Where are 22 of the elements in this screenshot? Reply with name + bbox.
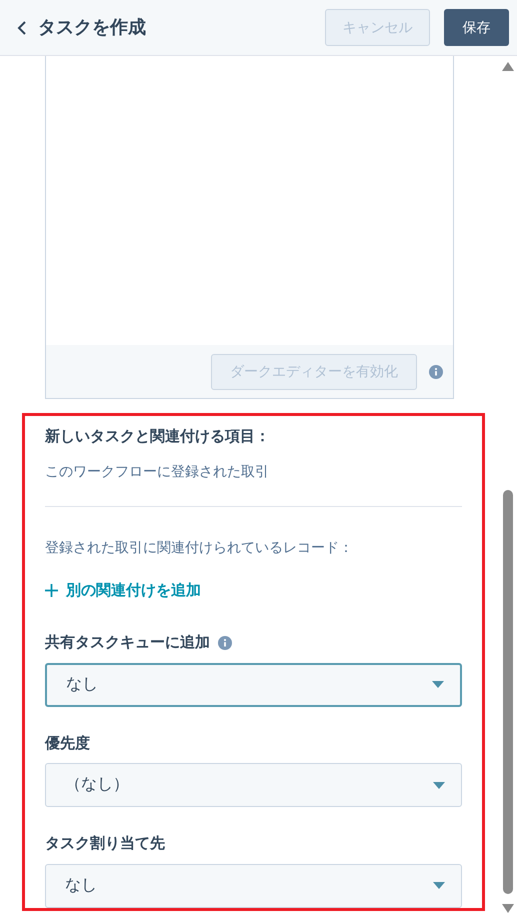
association-value: このワークフローに登録された取引 <box>45 462 270 480</box>
records-label: 登録された取引に関連付けられているレコード： <box>45 538 354 556</box>
caret-icon <box>433 882 445 889</box>
scrollbar-thumb[interactable] <box>503 490 513 894</box>
caret-icon <box>432 681 444 688</box>
plus-icon <box>45 584 58 598</box>
dropdown[interactable]: なし <box>45 662 462 706</box>
section-heading: 新しいタスクと関連付ける項目： <box>45 427 271 447</box>
info-icon[interactable] <box>218 636 232 650</box>
dropdown[interactable]: なし <box>45 864 462 908</box>
caret-icon <box>433 782 445 788</box>
page-title: タスクを作成 <box>38 16 146 39</box>
scroll-down-icon[interactable] <box>502 904 514 913</box>
back-icon[interactable] <box>16 20 28 36</box>
info-icon[interactable] <box>429 364 443 378</box>
field-label: 優先度 <box>45 734 90 754</box>
dropdown[interactable]: （なし） <box>45 763 462 807</box>
field-label: 共有タスクキューに追加 <box>45 633 210 653</box>
add-association-link[interactable]: 別の関連付けを追加 <box>45 580 462 602</box>
field-label: タスク割り当て先 <box>45 834 165 854</box>
scroll-up-icon[interactable] <box>502 62 514 71</box>
save-button[interactable]: 保存 <box>444 9 509 46</box>
